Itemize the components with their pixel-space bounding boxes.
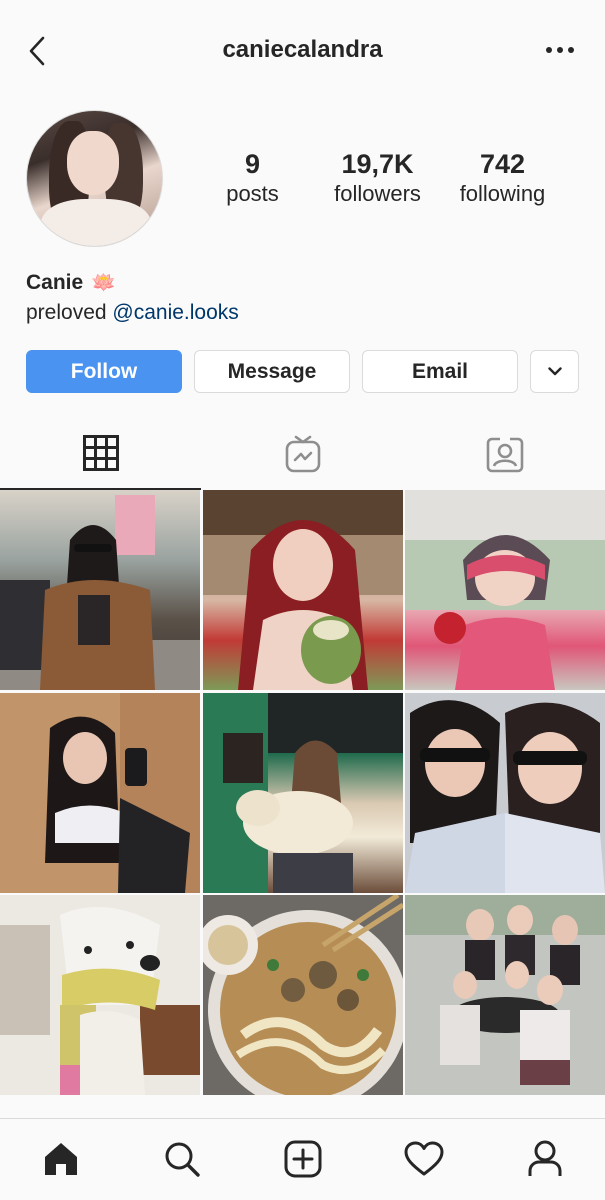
chevron-down-icon <box>547 367 562 376</box>
tab-igtv[interactable] <box>202 418 403 490</box>
profile-actions: Follow Message Email <box>26 350 579 393</box>
activity-icon <box>404 1141 444 1176</box>
posts-grid <box>0 490 605 1096</box>
bio-mention-link[interactable]: @canie.looks <box>112 301 238 324</box>
profile-username: caniecalandra <box>222 36 383 63</box>
post-thumbnail[interactable] <box>0 692 200 893</box>
more-options-button[interactable] <box>543 38 577 62</box>
nav-home[interactable] <box>39 1137 83 1181</box>
profile-stats: 9 posts 19,7K followers 742 following <box>190 148 580 208</box>
tab-posts-grid[interactable] <box>0 418 201 490</box>
followers-count: 19,7K <box>341 149 414 179</box>
post-photo <box>405 692 605 893</box>
suggested-accounts-dropdown[interactable] <box>530 350 579 393</box>
post-thumbnail[interactable] <box>405 490 605 690</box>
post-thumbnail[interactable] <box>202 895 403 1095</box>
message-button[interactable]: Message <box>194 350 350 393</box>
tagged-icon <box>486 437 523 473</box>
back-button[interactable] <box>22 34 52 68</box>
stat-followers[interactable]: 19,7K followers <box>315 148 440 208</box>
profile-name: Canie <box>26 270 84 294</box>
post-photo <box>0 692 200 893</box>
nav-profile[interactable] <box>523 1137 567 1181</box>
post-photo <box>0 895 200 1095</box>
following-label: following <box>459 181 546 206</box>
post-thumbnail[interactable] <box>0 895 200 1095</box>
post-thumbnail[interactable] <box>405 692 605 893</box>
posts-label: posts <box>226 181 279 206</box>
nav-new-post[interactable] <box>281 1137 325 1181</box>
profile-tabs <box>0 418 605 490</box>
post-photo <box>202 895 403 1095</box>
tab-tagged[interactable] <box>404 418 605 490</box>
post-photo <box>202 490 403 690</box>
more-horizontal-icon <box>546 47 574 53</box>
top-bar: caniecalandra <box>0 0 605 100</box>
stat-following[interactable]: 742 following <box>440 148 565 208</box>
profile-icon <box>528 1140 562 1176</box>
grid-icon <box>82 435 119 471</box>
post-photo <box>202 692 403 893</box>
following-count: 742 <box>479 149 526 179</box>
nav-activity[interactable] <box>402 1137 446 1181</box>
profile-avatar[interactable] <box>26 110 163 247</box>
followers-label: followers <box>334 181 421 206</box>
posts-count: 9 <box>244 149 261 179</box>
bottom-navigation <box>0 1118 605 1200</box>
stat-posts[interactable]: 9 posts <box>190 148 315 208</box>
nav-search[interactable] <box>160 1137 204 1181</box>
search-icon <box>165 1142 200 1177</box>
home-icon <box>45 1143 77 1175</box>
post-thumbnail[interactable] <box>202 490 403 690</box>
email-button[interactable]: Email <box>362 350 518 393</box>
post-photo <box>405 895 605 1095</box>
profile-bio: preloved @canie.looks <box>26 301 239 325</box>
post-thumbnail[interactable] <box>0 490 200 690</box>
bio-text: preloved <box>26 301 107 324</box>
igtv-icon <box>285 435 320 473</box>
new-post-icon <box>284 1140 322 1178</box>
lotus-emoji: 🪷 <box>91 272 117 294</box>
post-photo <box>405 490 605 690</box>
post-thumbnail[interactable] <box>405 895 605 1095</box>
post-photo <box>0 495 200 690</box>
chevron-left-icon <box>29 36 45 66</box>
post-thumbnail[interactable] <box>202 692 403 893</box>
follow-button[interactable]: Follow <box>26 350 182 393</box>
profile-name-row: Canie 🪷 <box>26 270 116 295</box>
